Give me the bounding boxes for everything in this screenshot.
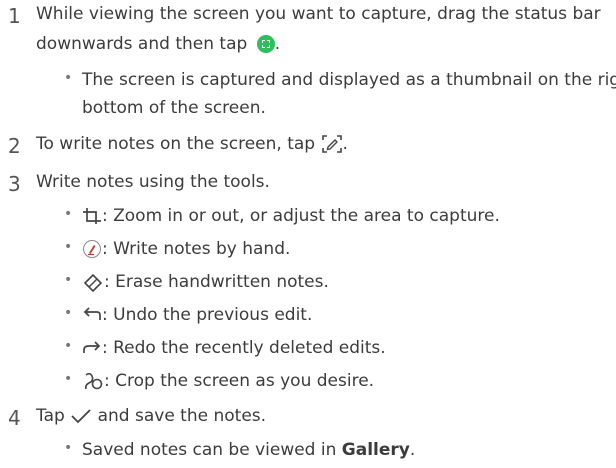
tool-item-text: : Redo the recently deleted edits. [82,338,386,358]
eraser-icon [83,273,103,292]
bullet-glyph: • [64,239,73,255]
step-2-period: . [342,134,348,154]
undo-icon [83,307,101,320]
step-1-text-before-icon: downwards and then tap [36,34,248,54]
bullet-glyph: • [64,206,73,222]
tool-item-text: : Crop the screen as you desire. [82,371,374,391]
step-4-text-after-icon: and save the notes. [97,406,267,426]
tool-description: : Crop the screen as you desire. [104,371,375,391]
bullet-glyph: • [64,371,73,387]
bullet-text-line2: bottom of the screen. [82,98,266,118]
step-1-text-line1: While viewing the screen you want to cap… [36,4,601,24]
tool-description: : Redo the recently deleted edits. [102,338,386,358]
bullet-glyph: • [64,272,73,288]
step-2-text-before-icon: To write notes on the screen, tap [36,134,316,154]
tool-item-text: : Undo the previous edit. [82,305,312,325]
step-1-text-line2: downwards and then tap . [36,34,280,54]
gallery-app-name: Gallery [341,440,410,460]
pen-icon [83,240,101,258]
tool-description: : Write notes by hand. [102,239,291,259]
tool-item-text: : Write notes by hand. [82,239,290,259]
tool-item-text: : Erase handwritten notes. [82,272,329,292]
step-number: 4 [8,406,21,430]
lasso-icon [85,372,103,390]
capture-icon [256,35,275,53]
step-1-period: . [274,34,281,54]
bullet-glyph: • [64,305,73,321]
crop-icon [83,208,101,224]
tool-description: : Erase handwritten notes. [104,272,329,292]
gallery-note-text: Saved notes can be viewed in [82,440,337,460]
step-2-text: To write notes on the screen, tap . [36,134,348,154]
step-4-text: Tap and save the notes. [36,406,266,426]
gallery-note: Saved notes can be viewed in Gallery. [82,440,415,460]
bullet-glyph: • [64,70,73,86]
step-number: 2 [8,134,21,158]
gallery-note-period: . [409,440,416,460]
step-3-text: Write notes using the tools. [36,172,270,192]
bullet-glyph: • [64,440,73,456]
tool-item-text: : Zoom in or out, or adjust the area to … [82,206,500,226]
bullet-text-line1: The screen is captured and displayed as … [82,70,616,90]
bullet-glyph: • [64,338,73,354]
write-icon [321,135,342,153]
checkmark-icon [71,409,91,424]
step-4-text-before-icon: Tap [36,406,65,426]
tool-description: : Zoom in or out, or adjust the area to … [102,206,500,226]
redo-icon [83,341,101,353]
tool-description: : Undo the previous edit. [102,305,313,325]
step-number: 3 [8,172,21,196]
step-number: 1 [8,4,21,28]
